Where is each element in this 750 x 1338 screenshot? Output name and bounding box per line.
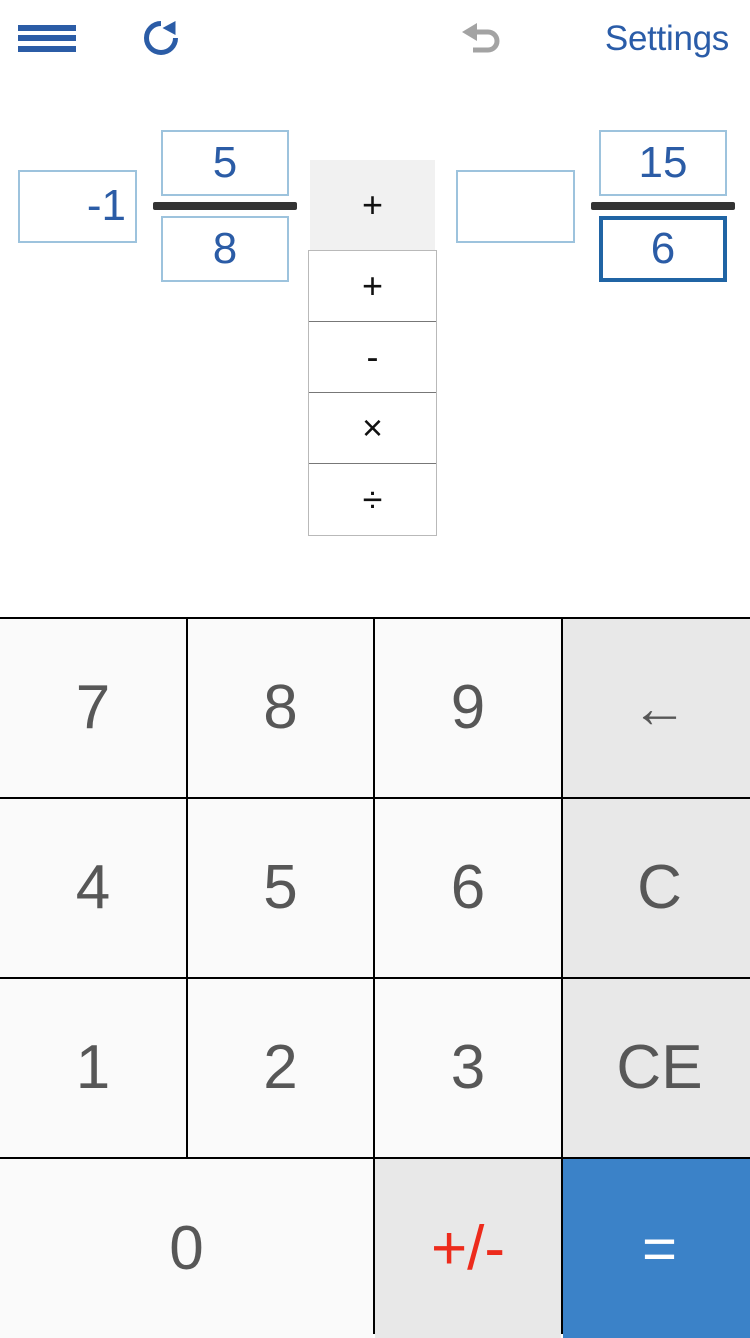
settings-label: Settings bbox=[604, 18, 729, 58]
undo-arrow-icon bbox=[462, 23, 500, 53]
refresh-reset-icon bbox=[144, 21, 178, 55]
key-backspace[interactable]: ← bbox=[563, 619, 750, 797]
operator-dropdown[interactable]: + + - × ÷ bbox=[308, 160, 437, 536]
undo-button[interactable] bbox=[442, 8, 520, 68]
operator-option-minus[interactable]: - bbox=[309, 322, 436, 393]
key-9[interactable]: 9 bbox=[375, 619, 561, 797]
key-5[interactable]: 5 bbox=[188, 799, 373, 977]
right-numerator-input[interactable]: 15 bbox=[599, 130, 727, 196]
hamburger-menu-icon bbox=[18, 24, 76, 52]
reset-button[interactable] bbox=[122, 8, 200, 68]
left-denominator-input[interactable]: 8 bbox=[161, 216, 289, 282]
operator-option-list: + - × ÷ bbox=[308, 250, 437, 536]
key-clear-entry[interactable]: CE bbox=[563, 979, 750, 1157]
key-4[interactable]: 4 bbox=[0, 799, 186, 977]
left-numerator-input[interactable]: 5 bbox=[161, 130, 289, 196]
operator-option-multiply[interactable]: × bbox=[309, 393, 436, 464]
expression-area: -1 5 8 + + - × ÷ 15 6 bbox=[0, 90, 750, 615]
right-fraction-bar bbox=[591, 202, 735, 210]
key-sign-toggle[interactable]: +/- bbox=[375, 1159, 561, 1338]
left-fraction-bar bbox=[153, 202, 297, 210]
key-8[interactable]: 8 bbox=[188, 619, 373, 797]
right-whole-number-input[interactable] bbox=[456, 169, 575, 243]
operator-option-divide[interactable]: ÷ bbox=[309, 464, 436, 535]
operator-option-plus[interactable]: + bbox=[309, 251, 436, 322]
right-denominator-input[interactable]: 6 bbox=[599, 216, 727, 282]
right-operand: 15 6 bbox=[456, 130, 735, 282]
key-0[interactable]: 0 bbox=[0, 1159, 373, 1338]
numeric-keypad: 7 8 9 ← 4 5 6 C 1 2 3 CE 0 +/- = bbox=[0, 617, 750, 1338]
key-1[interactable]: 1 bbox=[0, 979, 186, 1157]
key-6[interactable]: 6 bbox=[375, 799, 561, 977]
settings-button[interactable]: Settings bbox=[575, 8, 743, 68]
left-fraction: 5 8 bbox=[153, 130, 297, 282]
left-operand: -1 5 8 bbox=[18, 130, 297, 282]
operator-selected-value[interactable]: + bbox=[310, 160, 435, 250]
key-3[interactable]: 3 bbox=[375, 979, 561, 1157]
key-7[interactable]: 7 bbox=[0, 619, 186, 797]
right-fraction: 15 6 bbox=[591, 130, 735, 282]
left-whole-number-input[interactable]: -1 bbox=[18, 169, 137, 243]
menu-button[interactable] bbox=[8, 8, 86, 68]
app-header: Settings bbox=[0, 0, 750, 90]
key-equals[interactable]: = bbox=[563, 1159, 750, 1338]
key-clear[interactable]: C bbox=[563, 799, 750, 977]
key-2[interactable]: 2 bbox=[188, 979, 373, 1157]
